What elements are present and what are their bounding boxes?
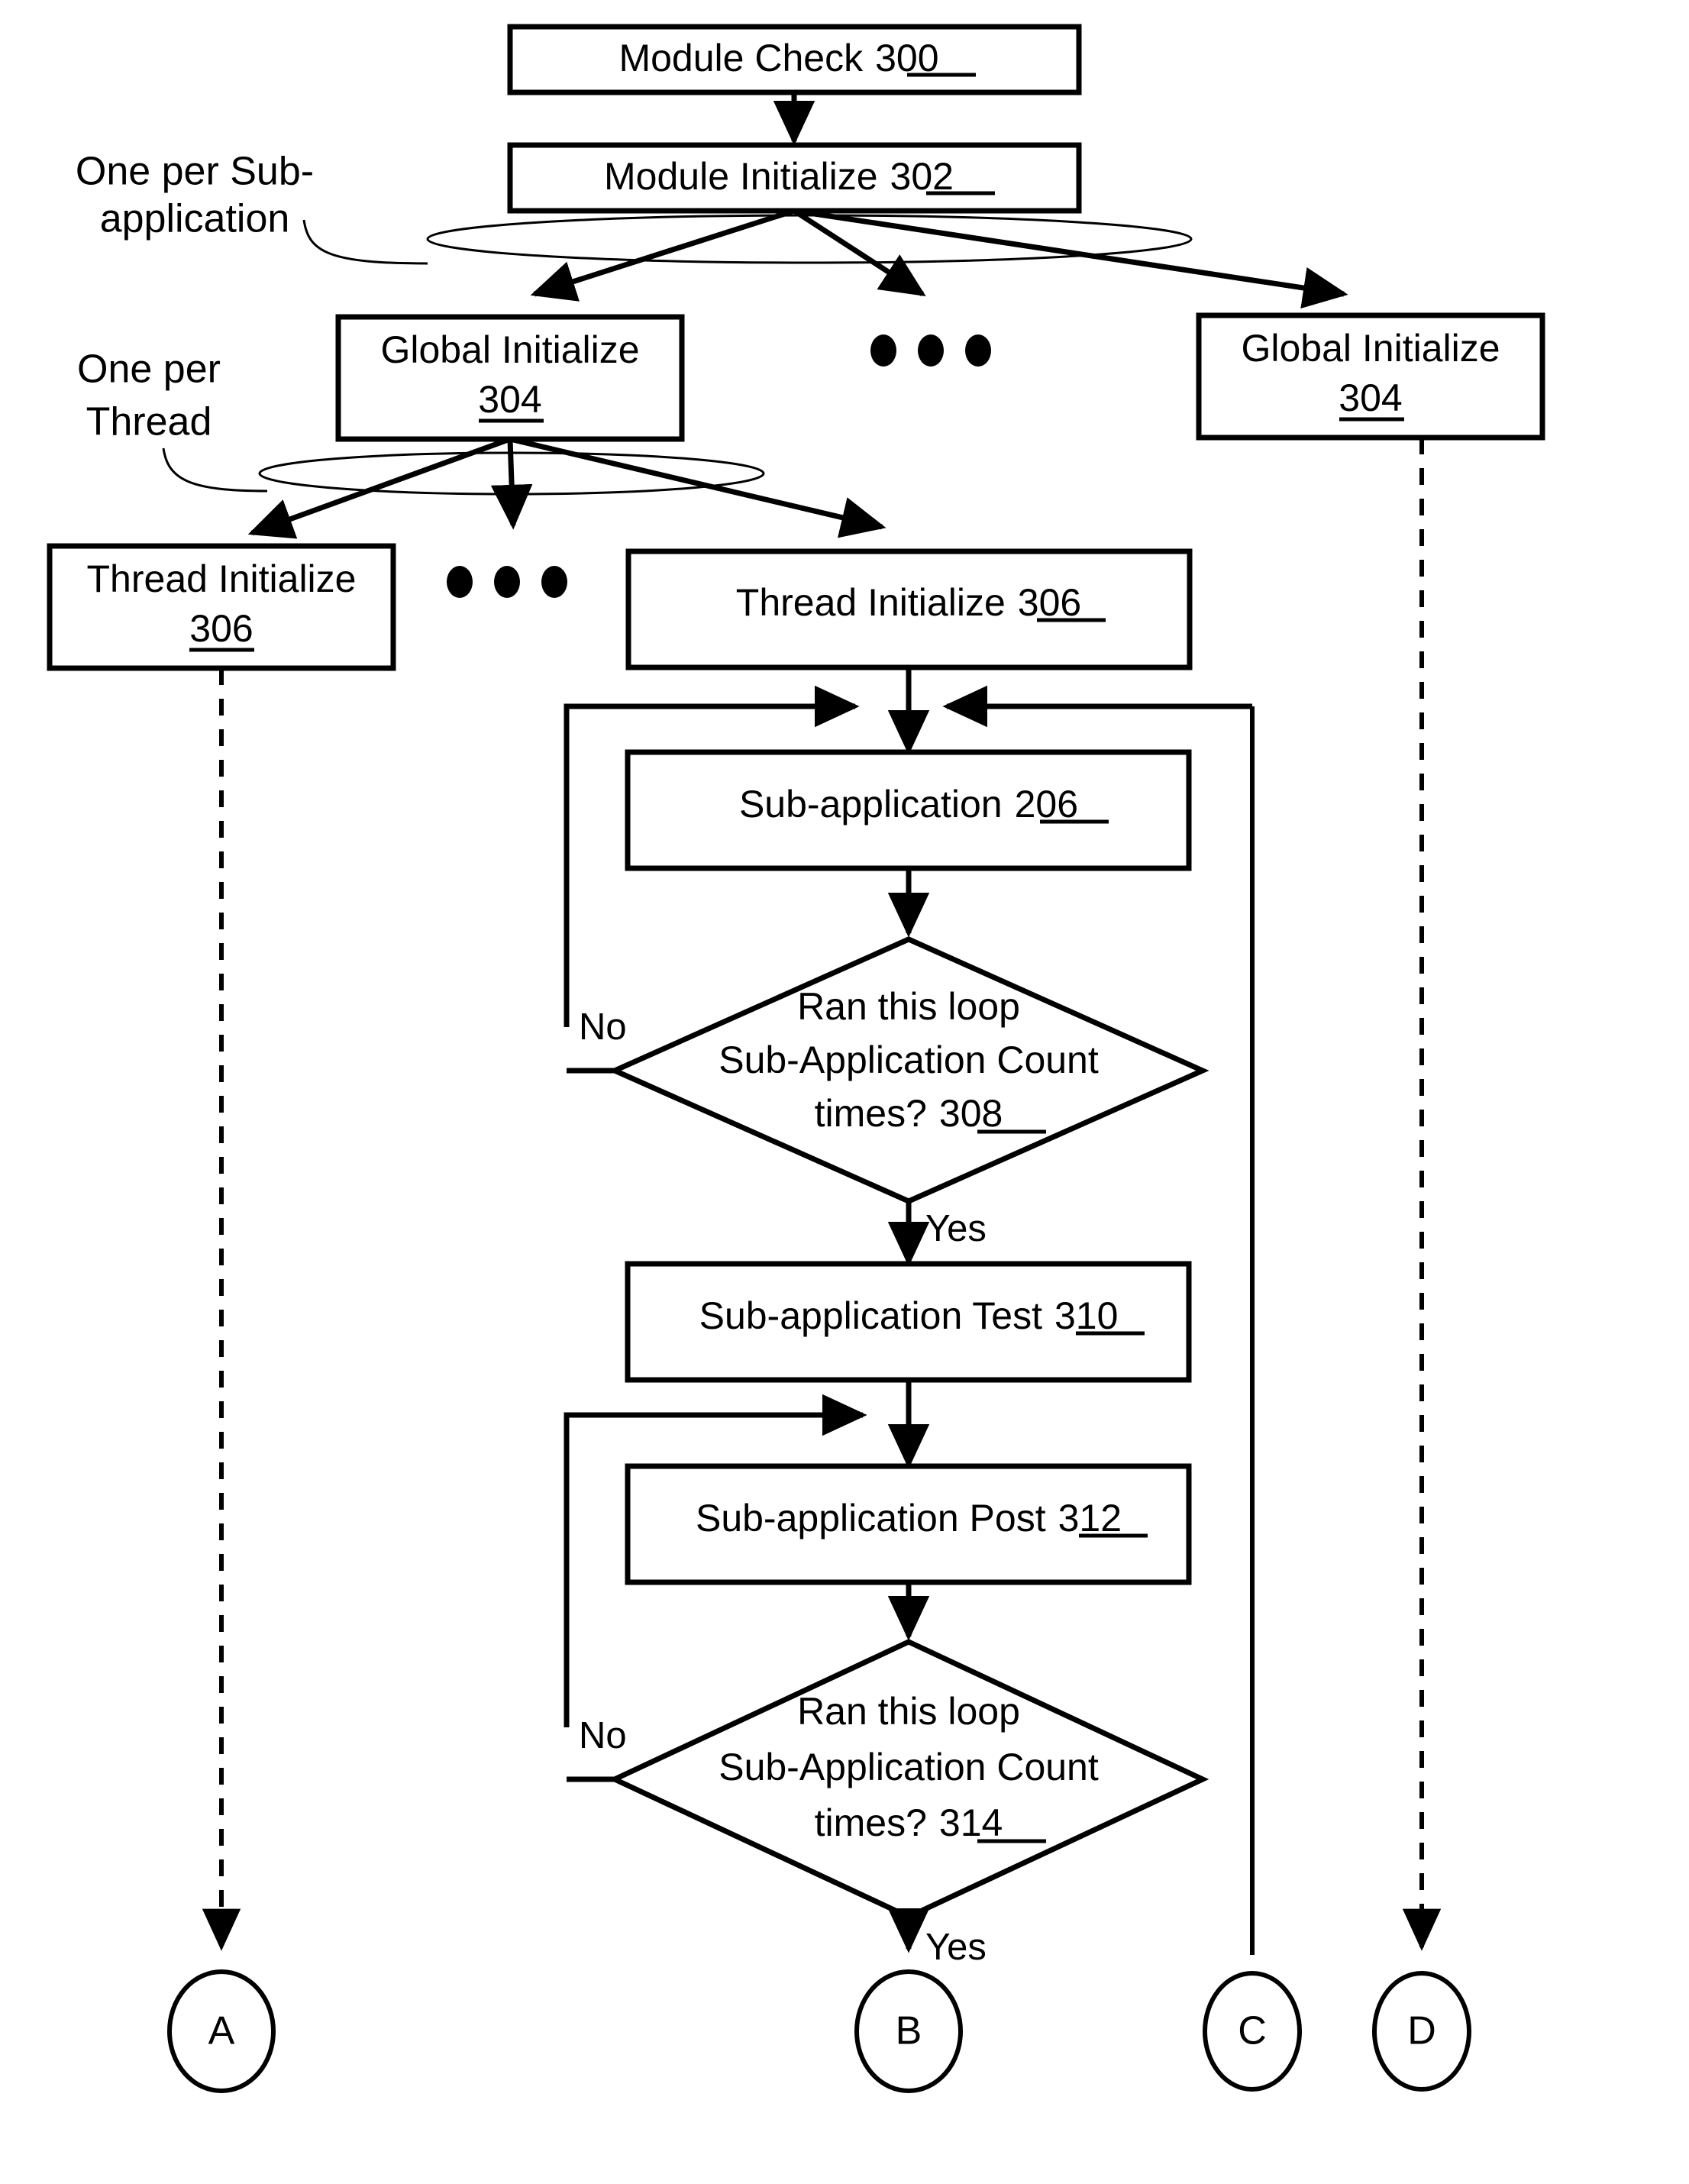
node-global-initialize-left: Global Initialize 304 [335, 314, 685, 442]
node-sub-application-label: Sub-application [739, 783, 1003, 825]
node-sub-application-test-ref: 310 [1054, 1294, 1118, 1337]
node-module-check-label: Module Check [618, 37, 864, 79]
node-sub-application-test-label: Sub-application Test [699, 1294, 1042, 1337]
connector-d-label: D [1407, 2009, 1436, 2053]
node-global-initialize-right: Global Initialize 304 [1196, 312, 1545, 441]
node-decision-308-line1: Ran this loop [797, 985, 1020, 1028]
connector-d: D [1372, 1971, 1471, 2092]
side-label-subapp-line2: application [100, 197, 290, 241]
node-thread-initialize-right-label: Thread Initialize [736, 581, 1006, 624]
node-sub-application-post-ref: 312 [1058, 1497, 1122, 1539]
node-global-initialize-right-label: Global Initialize [1241, 327, 1500, 370]
node-module-initialize: Module Initialize 302 [507, 142, 1082, 214]
annotation-leader-subapplication [302, 219, 428, 265]
svg-text:times?314: times? 314 [815, 1801, 1003, 1844]
node-module-check: Module Check 300 [507, 24, 1082, 95]
connector-b-label: B [896, 2009, 922, 2053]
edge-302-to-304b [793, 208, 1348, 309]
node-thread-initialize-left-label: Thread Initialize [87, 557, 357, 600]
connector-c-label: C [1238, 2009, 1267, 2053]
node-decision-314: Ran this loop Sub-Application Count time… [608, 1639, 1209, 1920]
ellipsis-global-initialize [870, 334, 991, 367]
svg-text:Sub-application Test310: Sub-application Test 310 [699, 1294, 1119, 1337]
edge-label-yes-308: Yes [925, 1208, 987, 1249]
svg-text:Sub-application Post312: Sub-application Post 312 [696, 1497, 1122, 1539]
annotation-leader-thread [162, 447, 268, 493]
svg-text:times?308: times? 308 [815, 1092, 1003, 1135]
node-decision-308-line2: Sub-Application Count [719, 1039, 1099, 1081]
side-label-one-per-thread: One per Thread [77, 347, 221, 444]
node-decision-314-ref: 314 [939, 1801, 1003, 1844]
node-thread-initialize-right: Thread Initialize 306 [625, 548, 1193, 670]
connector-a: A [167, 1969, 276, 2093]
ellipsis-thread-initialize [447, 566, 567, 598]
svg-text:Module Initialize302: Module Initialize 302 [604, 155, 954, 198]
node-thread-initialize-right-ref: 306 [1018, 581, 1081, 624]
node-decision-308-line3: times? [815, 1092, 927, 1135]
node-sub-application-post-label: Sub-application Post [696, 1497, 1046, 1539]
edge-302-to-ellipsis-1 [793, 208, 926, 297]
node-global-initialize-right-ref: 304 [1339, 376, 1402, 419]
node-decision-308: Ran this loop Sub-Application Count time… [608, 936, 1209, 1204]
flowchart-diagram: Module Check 300 Module Initialize 302 One… [0, 0, 1689, 2184]
edge-302-to-304a [530, 208, 796, 302]
connector-b: B [854, 1969, 963, 2093]
connector-a-label: A [208, 2009, 235, 2053]
edge-label-yes-314: Yes [925, 1927, 987, 1968]
svg-text:Sub-application206: Sub-application 206 [739, 783, 1078, 825]
node-decision-314-line1: Ran this loop [797, 1690, 1020, 1733]
node-sub-application: Sub-application 206 [625, 749, 1192, 871]
node-module-initialize-label: Module Initialize [604, 155, 878, 198]
svg-text:Thread Initialize306: Thread Initialize 306 [736, 581, 1081, 624]
edge-label-no-308: No [579, 1006, 627, 1048]
flowchart-canvas: Module Check 300 Module Initialize 302 One… [47, 24, 1545, 2093]
node-global-initialize-left-ref: 304 [478, 378, 541, 421]
node-decision-314-line3: times? [815, 1801, 927, 1844]
svg-text:Module Check300: Module Check 300 [618, 37, 938, 79]
node-sub-application-ref: 206 [1015, 783, 1078, 825]
side-label-thread-line2: Thread [86, 400, 212, 444]
edge-label-no-314: No [579, 1715, 627, 1756]
node-thread-initialize-left: Thread Initialize 306 [47, 543, 396, 671]
node-decision-308-ref: 308 [939, 1092, 1003, 1135]
side-label-thread-line1: One per [77, 347, 221, 392]
connector-c: C [1203, 1971, 1302, 2092]
node-global-initialize-left-label: Global Initialize [380, 328, 639, 371]
node-sub-application-test: Sub-application Test 310 [625, 1261, 1192, 1383]
side-label-one-per-subapplication: One per Sub- application [76, 150, 314, 241]
node-thread-initialize-left-ref: 306 [189, 607, 253, 650]
node-decision-314-line2: Sub-Application Count [719, 1746, 1099, 1788]
side-label-subapp-line1: One per Sub- [76, 150, 314, 194]
node-sub-application-post: Sub-application Post 312 [625, 1463, 1192, 1585]
